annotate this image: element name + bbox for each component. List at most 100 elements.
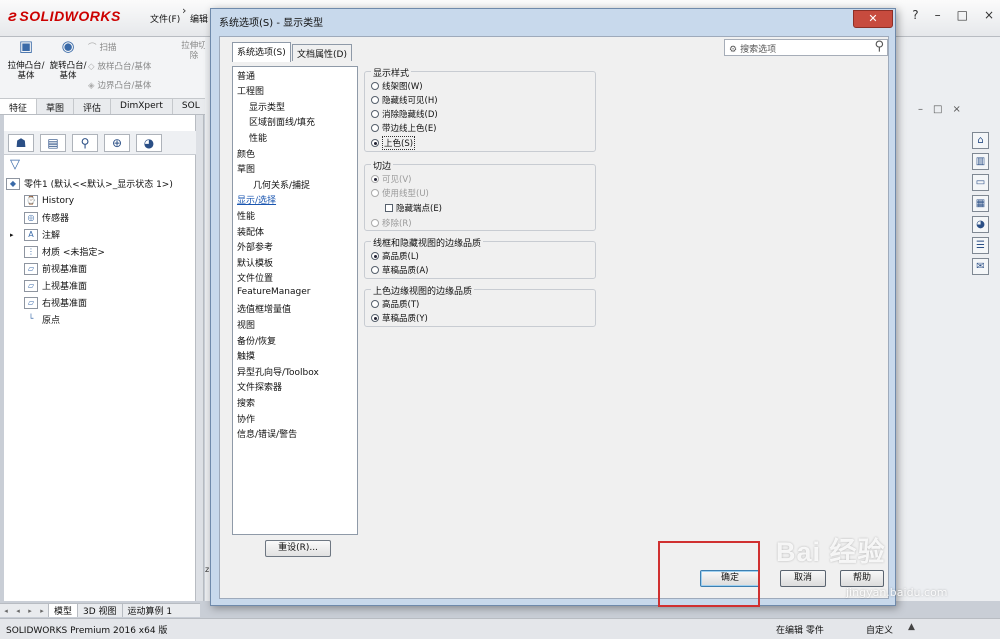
custom-properties-icon[interactable]: ☰ xyxy=(972,237,989,254)
revolve-boss-button[interactable]: ◉ 旋转凸台/基体 xyxy=(48,39,88,82)
feature-tree: ◆ 零件1 (默认<<默认>_显示状态 1>) ⌚ History ◎ 传感器 ▸ A 注… xyxy=(6,175,196,328)
category-item[interactable]: 异型孔向导/Toolbox xyxy=(237,365,319,378)
menu-edit[interactable]: 编辑 xyxy=(190,12,208,25)
tree-item[interactable]: ⋮ 材质 <未指定> xyxy=(6,243,196,260)
category-item[interactable]: 默认模板 xyxy=(237,256,273,269)
solidworks-logo[interactable]: ƨ SOLIDWORKS xyxy=(8,8,121,26)
design-library-icon[interactable]: ▥ xyxy=(972,153,989,170)
category-item[interactable]: 搜索 xyxy=(237,396,255,409)
category-item[interactable]: 备份/恢复 xyxy=(237,334,276,347)
filter-icon[interactable]: ▽ xyxy=(10,157,20,172)
product-status: SOLIDWORKS Premium 2016 x64 版 xyxy=(6,626,168,636)
extrude-cut-button[interactable]: 拉伸切除 xyxy=(181,41,207,61)
sweep-button[interactable]: ⌒ 扫描 xyxy=(88,41,117,53)
home-icon[interactable]: ⌂ xyxy=(972,132,989,149)
tree-item[interactable]: ◎ 传感器 xyxy=(6,209,196,226)
tree-root[interactable]: ◆ 零件1 (默认<<默认>_显示状态 1>) xyxy=(6,175,196,192)
close-icon[interactable]: × xyxy=(984,8,994,22)
tree-item[interactable]: ⌚ History xyxy=(6,192,196,209)
category-item[interactable]: 协作 xyxy=(237,412,255,425)
tree-item[interactable]: ▱ 右视基准面 xyxy=(6,294,196,311)
boundary-button[interactable]: ◈ 边界凸台/基体 xyxy=(88,79,151,91)
dimxpert-manager-tab-icon[interactable]: ⊕ xyxy=(104,134,130,152)
tree-item[interactable]: ▸ A 注解 xyxy=(6,226,196,243)
category-item[interactable]: 外部参考 xyxy=(237,240,273,253)
radio-draft-quality[interactable]: 草稿品质(Y) xyxy=(371,312,428,324)
units-status[interactable]: 自定义 xyxy=(866,623,893,636)
category-item[interactable]: 性能 xyxy=(237,209,255,222)
radio-hidden-lines-removed[interactable]: 消除隐藏线(D) xyxy=(371,108,438,120)
category-item[interactable]: 普通 xyxy=(237,69,255,82)
tab-3d-view[interactable]: 3D 视图 xyxy=(77,604,122,617)
category-item[interactable]: 触摸 xyxy=(237,349,255,362)
category-item[interactable]: 性能 xyxy=(249,131,267,144)
category-item[interactable]: FeatureManager xyxy=(237,287,310,297)
chevron-up-icon[interactable]: ▲ xyxy=(908,622,915,632)
tab-dimxpert[interactable]: DimXpert xyxy=(111,99,173,114)
property-manager-tab-icon[interactable]: ▤ xyxy=(40,134,66,152)
radio-high-quality[interactable]: 高品质(L) xyxy=(371,250,419,262)
extrude-boss-button[interactable]: ▣ 拉伸凸台/基体 xyxy=(6,39,46,82)
tab-model[interactable]: 模型 xyxy=(48,604,78,617)
minimize-icon[interactable]: – xyxy=(935,8,941,22)
search-options-input[interactable]: ⚙ 搜索选项 ⚲ xyxy=(724,39,888,56)
chevron-right-icon[interactable]: › xyxy=(182,4,186,17)
category-item[interactable]: 信息/错误/警告 xyxy=(237,427,297,440)
radio-draft-quality[interactable]: 草稿品质(A) xyxy=(371,264,428,276)
category-item[interactable]: 文件探索器 xyxy=(237,380,282,393)
radio-shaded-with-edges[interactable]: 带边线上色(E) xyxy=(371,122,437,134)
radio-hidden-lines-visible[interactable]: 隐藏线可见(H) xyxy=(371,94,438,106)
tab-evaluate[interactable]: 评估 xyxy=(74,99,112,114)
loft-button[interactable]: ◇ 放样凸台/基体 xyxy=(88,60,151,72)
category-item[interactable]: 几何关系/捕捉 xyxy=(253,178,310,191)
search-icon[interactable]: ⚲ xyxy=(874,39,884,54)
tab-features[interactable]: 特征 xyxy=(0,99,38,114)
radio-visible[interactable]: 可见(V) xyxy=(371,173,411,185)
category-item[interactable]: 视图 xyxy=(237,318,255,331)
category-item[interactable]: 文件位置 xyxy=(237,271,273,284)
display-manager-tab-icon[interactable]: ◕ xyxy=(136,134,162,152)
radio-removed[interactable]: 移除(R) xyxy=(371,217,412,229)
feature-tree-tab-icon[interactable]: ☗ xyxy=(8,134,34,152)
tree-item[interactable]: ▱ 前视基准面 xyxy=(6,260,196,277)
view-palette-icon[interactable]: ▦ xyxy=(972,195,989,212)
last-tab-icon[interactable]: ▸ xyxy=(36,607,48,615)
document-window-controls[interactable]: –□× xyxy=(918,104,971,115)
category-item[interactable]: 草图 xyxy=(237,162,255,175)
forum-icon[interactable]: ✉ xyxy=(972,258,989,275)
radio-shaded[interactable]: 上色(S) xyxy=(371,136,416,150)
model-tabs: ◂ ◂ ▸ ▸ 模型 3D 视图 运动算例 1 xyxy=(0,603,200,617)
radio-wireframe[interactable]: 线架图(W) xyxy=(371,80,423,92)
next-tab-icon[interactable]: ▸ xyxy=(24,607,36,615)
expand-arrow-icon[interactable]: ▸ xyxy=(10,231,24,239)
category-item[interactable]: 颜色 xyxy=(237,147,255,160)
tree-item[interactable]: └ 原点 xyxy=(6,311,196,328)
reset-button[interactable]: 重设(R)... xyxy=(265,540,331,557)
category-item[interactable]: 工程图 xyxy=(237,84,264,97)
radio-use-font[interactable]: 使用线型(U) xyxy=(371,187,429,199)
menu-file[interactable]: 文件(F) xyxy=(150,12,180,25)
dialog-close-button[interactable]: ✕ xyxy=(853,10,893,28)
category-item[interactable]: 区域剖面线/填充 xyxy=(249,115,315,128)
file-explorer-icon[interactable]: ▭ xyxy=(972,174,989,191)
hide-endpoints-checkbox[interactable]: 隐藏端点(E) xyxy=(385,202,442,214)
category-item-selected[interactable]: 显示/选择 xyxy=(237,193,276,206)
tab-document-properties[interactable]: 文档属性(D) xyxy=(292,44,352,61)
maximize-icon[interactable]: □ xyxy=(957,8,968,22)
category-item[interactable]: 显示类型 xyxy=(249,100,285,113)
appearances-icon[interactable]: ◕ xyxy=(972,216,989,233)
category-item[interactable]: 选值框增量值 xyxy=(237,302,291,315)
prev-tab-icon[interactable]: ◂ xyxy=(12,607,24,615)
category-item[interactable]: 装配体 xyxy=(237,225,264,238)
configuration-manager-tab-icon[interactable]: ⚲ xyxy=(72,134,98,152)
first-tab-icon[interactable]: ◂ xyxy=(0,607,12,615)
panel-splitter[interactable] xyxy=(196,115,204,601)
tab-motion-study[interactable]: 运动算例 1 xyxy=(121,604,178,617)
tab-sketch[interactable]: 草图 xyxy=(37,99,75,114)
tab-system-options[interactable]: 系统选项(S) xyxy=(232,42,291,62)
help-icon[interactable]: ? xyxy=(912,8,918,22)
radio-high-quality[interactable]: 高品质(T) xyxy=(371,298,419,310)
help-button[interactable]: 帮助 xyxy=(840,570,884,587)
tree-item[interactable]: ▱ 上视基准面 xyxy=(6,277,196,294)
cancel-button[interactable]: 取消 xyxy=(780,570,826,587)
